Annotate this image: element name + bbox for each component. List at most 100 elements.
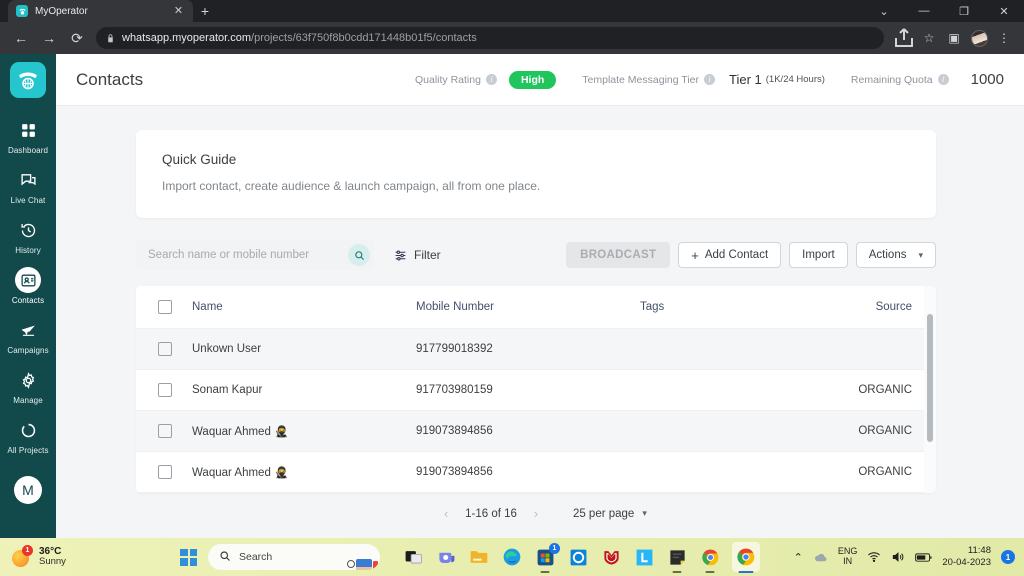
cell-tags xyxy=(640,411,850,452)
address-bar[interactable]: whatsapp.myoperator.com/projects/63f750f… xyxy=(96,27,884,49)
browser-tab[interactable]: MyOperator ✕ xyxy=(8,0,193,22)
table-row[interactable]: Waquar Ahmed 🥷 919073894856 ORGANIC xyxy=(136,410,936,452)
info-icon[interactable]: i xyxy=(937,74,949,85)
search-input[interactable] xyxy=(148,249,348,261)
back-button[interactable]: ← xyxy=(8,25,34,51)
language-indicator[interactable]: ENG IN xyxy=(838,546,858,567)
page-range: 1-16 of 16 xyxy=(465,507,517,520)
split-screen-icon[interactable]: ▣ xyxy=(942,26,966,50)
reload-button[interactable]: ⟳ xyxy=(64,25,90,51)
sidebar-label: Dashboard xyxy=(7,146,49,155)
microsoft-store-icon[interactable]: 1 xyxy=(534,543,560,568)
info-icon[interactable]: i xyxy=(485,74,497,85)
notification-badge[interactable]: 1 xyxy=(1001,550,1015,564)
minimize-button[interactable]: — xyxy=(904,0,944,22)
grid-icon xyxy=(15,117,41,143)
chrome-active-icon[interactable] xyxy=(732,542,760,572)
table-scrollbar-thumb[interactable] xyxy=(927,314,933,442)
template-tier-metric: Template Messaging Tier i xyxy=(582,74,716,86)
sidebar-item-all-projects[interactable]: All Projects xyxy=(0,410,56,460)
row-checkbox[interactable] xyxy=(158,424,172,438)
onedrive-icon[interactable] xyxy=(813,550,828,565)
sidebar-item-campaigns[interactable]: Campaigns xyxy=(0,310,56,360)
remaining-quota-label: Remaining Quota xyxy=(850,73,933,86)
cell-name: Waquar Ahmed 🥷 xyxy=(192,411,416,452)
column-header-name[interactable]: Name xyxy=(192,286,416,329)
info-icon[interactable]: i xyxy=(704,74,716,85)
import-button[interactable]: Import xyxy=(789,242,848,268)
per-page-select[interactable]: 25 per page ▾ xyxy=(573,508,647,520)
taskbar-search[interactable]: Search xyxy=(208,544,380,570)
profile-avatar[interactable] xyxy=(967,26,991,50)
actions-button[interactable]: Actions ▾ xyxy=(855,242,936,268)
row-checkbox[interactable] xyxy=(158,383,172,397)
browser-menu-icon[interactable]: ⋮ xyxy=(992,26,1016,50)
start-button-icon[interactable] xyxy=(180,548,197,566)
app-logo-icon[interactable] xyxy=(10,62,46,98)
url-text: whatsapp.myoperator.com/projects/63f750f… xyxy=(122,32,477,44)
quick-guide-description: Import contact, create audience & launch… xyxy=(162,179,541,193)
search-icon xyxy=(219,550,231,565)
plus-icon: + xyxy=(691,247,699,263)
cell-mobile: 919073894856 xyxy=(416,425,493,437)
cell-tags xyxy=(640,329,850,370)
clock[interactable]: 11:48 20-04-2023 xyxy=(942,545,991,569)
sidebar-label: Campaigns xyxy=(7,346,49,355)
cortana-icon[interactable] xyxy=(567,546,589,568)
l-app-icon[interactable] xyxy=(633,546,655,568)
sidebar-item-history[interactable]: History xyxy=(0,210,56,260)
wifi-icon[interactable] xyxy=(867,550,881,564)
next-page-button[interactable]: › xyxy=(523,506,549,521)
teams-icon[interactable] xyxy=(435,546,457,568)
sidebar-label: All Projects xyxy=(7,446,49,455)
sticky-notes-icon[interactable] xyxy=(666,546,688,568)
contact-name: Waquar Ahmed xyxy=(192,466,271,479)
filter-button[interactable]: Filter xyxy=(394,248,441,262)
broadcast-button[interactable]: BROADCAST xyxy=(566,242,671,268)
sidebar-item-dashboard[interactable]: Dashboard xyxy=(0,110,56,160)
task-view-icon[interactable] xyxy=(402,546,424,568)
new-tab-button[interactable]: + xyxy=(193,0,217,22)
search-box[interactable] xyxy=(136,240,374,270)
bookmark-star-icon[interactable]: ☆ xyxy=(917,26,941,50)
chrome-icon[interactable] xyxy=(699,546,721,568)
sidebar-item-contacts[interactable]: Contacts xyxy=(0,260,56,310)
user-avatar[interactable]: M xyxy=(14,476,42,504)
sidebar-item-manage[interactable]: Manage xyxy=(0,360,56,410)
add-contact-button[interactable]: + Add Contact xyxy=(678,242,782,268)
cell-mobile: 919073894856 xyxy=(416,466,493,478)
table-header-row: Name Mobile Number Tags Source xyxy=(136,286,936,329)
sidebar-item-live-chat[interactable]: Live Chat xyxy=(0,160,56,210)
share-icon[interactable] xyxy=(892,26,916,50)
forward-button[interactable]: → xyxy=(36,25,62,51)
search-icon[interactable] xyxy=(348,244,370,266)
maximize-button[interactable]: ❐ xyxy=(944,0,984,22)
select-all-checkbox[interactable] xyxy=(158,300,172,314)
tab-search-chevron-icon[interactable]: ⌄ xyxy=(864,0,904,22)
prev-page-button[interactable]: ‹ xyxy=(433,506,459,521)
weather-widget[interactable]: 1 36°C Sunny xyxy=(0,544,180,568)
volume-icon[interactable] xyxy=(891,550,905,564)
tray-chevron-icon[interactable]: ⌃ xyxy=(794,551,803,564)
cell-mobile: 917703980159 xyxy=(416,384,493,396)
row-checkbox[interactable] xyxy=(158,342,172,356)
row-select-cell xyxy=(136,411,192,452)
column-header-tags[interactable]: Tags xyxy=(640,286,850,329)
table-row[interactable]: Sonam Kapur 917703980159 ORGANIC xyxy=(136,370,936,411)
battery-icon[interactable] xyxy=(915,552,932,563)
contact-name: Unkown User xyxy=(192,343,262,355)
table-row[interactable]: Waquar Ahmed 🥷 919073894856 ORGANIC xyxy=(136,452,936,493)
table-row[interactable]: Unkown User 917799018392 xyxy=(136,328,936,370)
cell-tags xyxy=(640,370,850,411)
row-checkbox[interactable] xyxy=(158,465,172,479)
tab-close-icon[interactable]: ✕ xyxy=(172,5,185,17)
row-select-cell xyxy=(136,329,192,370)
sidebar-label: Contacts xyxy=(11,296,45,305)
mcafee-icon[interactable] xyxy=(600,546,622,568)
column-header-mobile[interactable]: Mobile Number xyxy=(416,286,640,329)
edge-icon[interactable] xyxy=(501,546,523,568)
file-explorer-icon[interactable] xyxy=(468,546,490,568)
name-emoji: 🥷 xyxy=(274,466,289,479)
page-body: Dashboard Live Chat History Contacts Cam… xyxy=(0,54,1024,538)
close-window-button[interactable]: ✕ xyxy=(984,0,1024,22)
